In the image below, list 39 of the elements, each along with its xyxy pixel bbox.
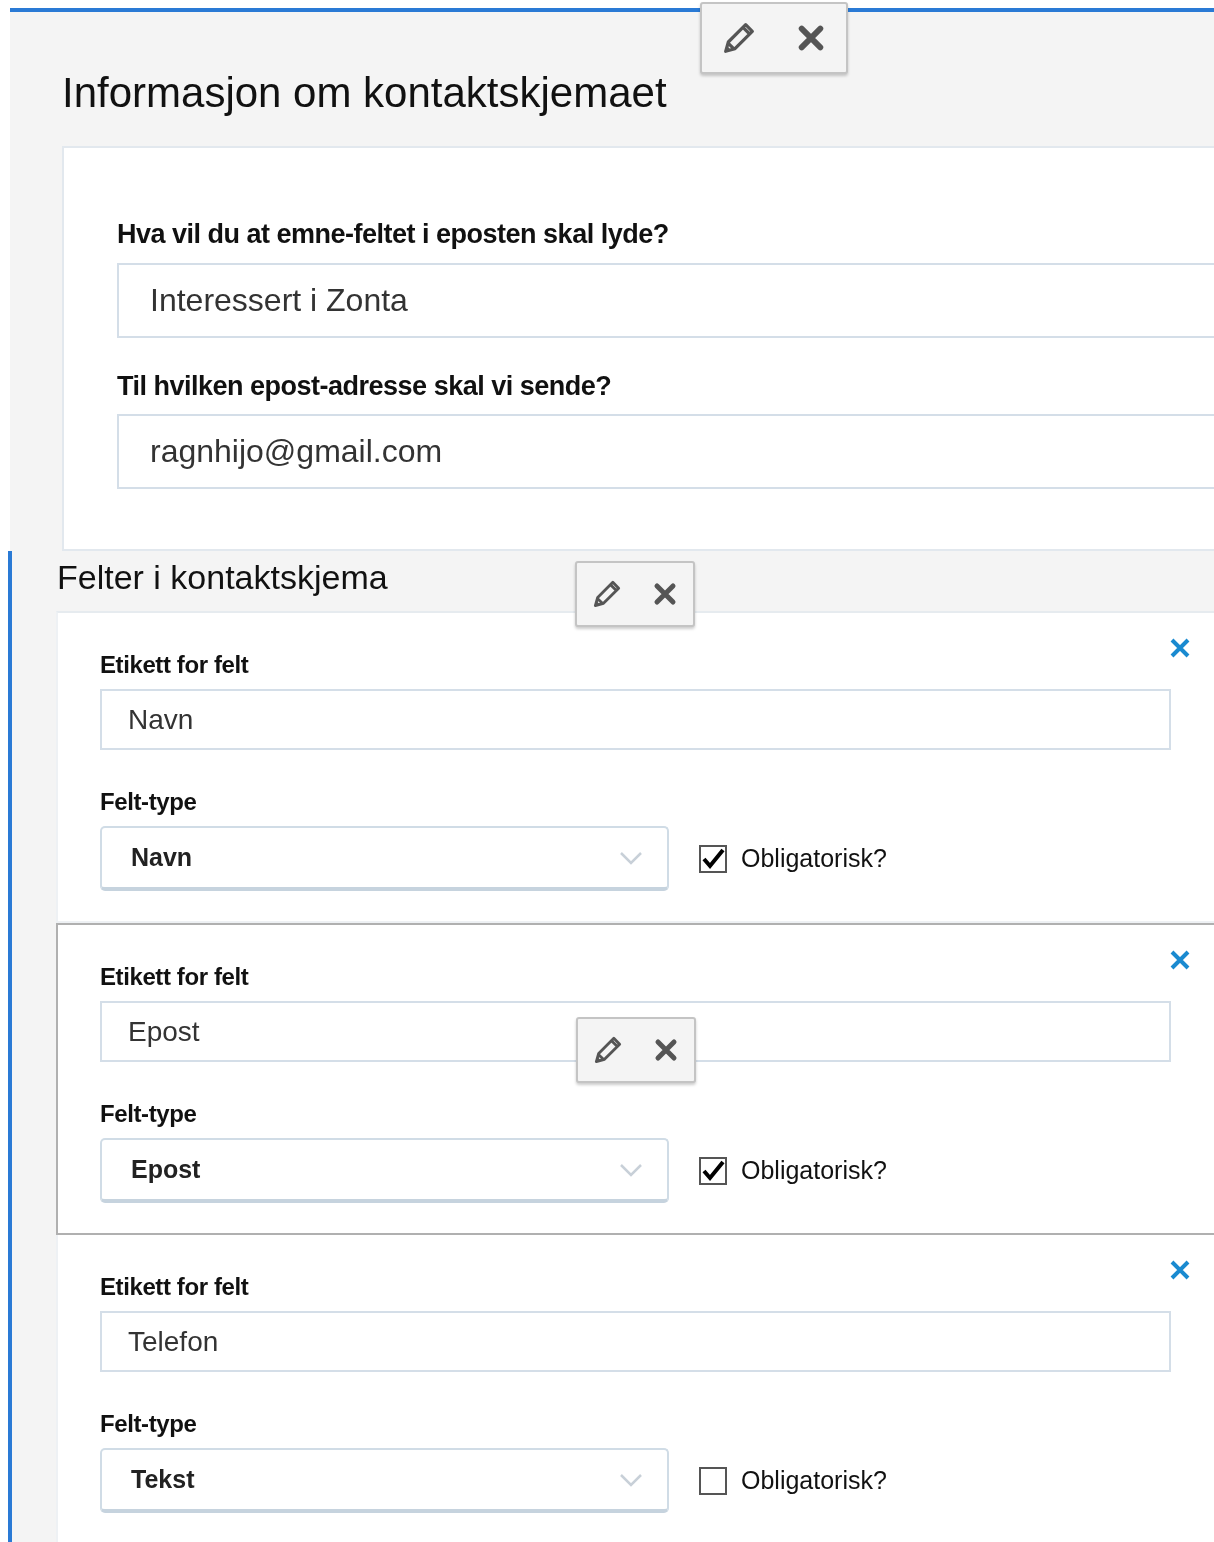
select-dropdown[interactable]: Epost (100, 1138, 669, 1204)
close-icon[interactable] (797, 24, 825, 52)
close-icon[interactable] (654, 1038, 678, 1063)
input-field[interactable]: ragnhijo@gmail.com (117, 414, 1214, 490)
field-label: Etikett for felt (100, 1272, 249, 1303)
chevron-down-icon (619, 1472, 643, 1487)
field-card[interactable]: Etikett for felt Telefon Felt-type Tekst Obligatorisk? (56, 1235, 1214, 1542)
edit-icon[interactable] (593, 580, 621, 609)
input-field[interactable]: Epost (100, 1001, 1171, 1063)
section-title: Informasjon om kontaktskjemaet (62, 68, 667, 118)
field-label: Hva vil du at emne-feltet i eposten skal lyde? (117, 218, 669, 252)
checkbox[interactable] (699, 1466, 727, 1495)
field-label: Felt-type (100, 787, 197, 818)
checkbox[interactable] (699, 1156, 727, 1185)
chevron-down-icon (619, 1162, 643, 1177)
chevron-down-icon (619, 850, 643, 865)
input-field[interactable]: Navn (100, 689, 1171, 751)
checkbox-label: Obligatorisk? (741, 1464, 887, 1496)
field-label: Felt-type (100, 1409, 197, 1440)
select-dropdown[interactable]: Navn (100, 826, 669, 892)
checkbox-label: Obligatorisk? (741, 842, 887, 874)
field-label: Til hvilken epost-adresse skal vi sende? (117, 369, 612, 403)
checkbox[interactable] (699, 844, 727, 873)
field-card[interactable]: Etikett for felt Epost Felt-type Epost Obligatorisk? (56, 923, 1214, 1236)
close-icon[interactable] (653, 582, 677, 607)
field-card[interactable]: Etikett for felt Navn Felt-type Navn Obligatorisk? (56, 611, 1214, 924)
input-field[interactable]: Interessert i Zonta (117, 262, 1214, 338)
section-title: Felter i kontaktskjema (57, 557, 388, 599)
close-icon[interactable] (1169, 949, 1191, 972)
edit-icon[interactable] (723, 22, 755, 54)
field-label: Felt-type (100, 1099, 197, 1130)
close-icon[interactable] (1169, 1259, 1191, 1282)
edit-icon[interactable] (594, 1036, 622, 1065)
field-label: Etikett for felt (100, 650, 249, 681)
input-field[interactable]: Telefon (100, 1311, 1171, 1373)
checkbox-label: Obligatorisk? (741, 1154, 887, 1186)
field-label: Etikett for felt (100, 962, 249, 993)
select-dropdown[interactable]: Tekst (100, 1448, 669, 1514)
close-icon[interactable] (1169, 637, 1191, 660)
